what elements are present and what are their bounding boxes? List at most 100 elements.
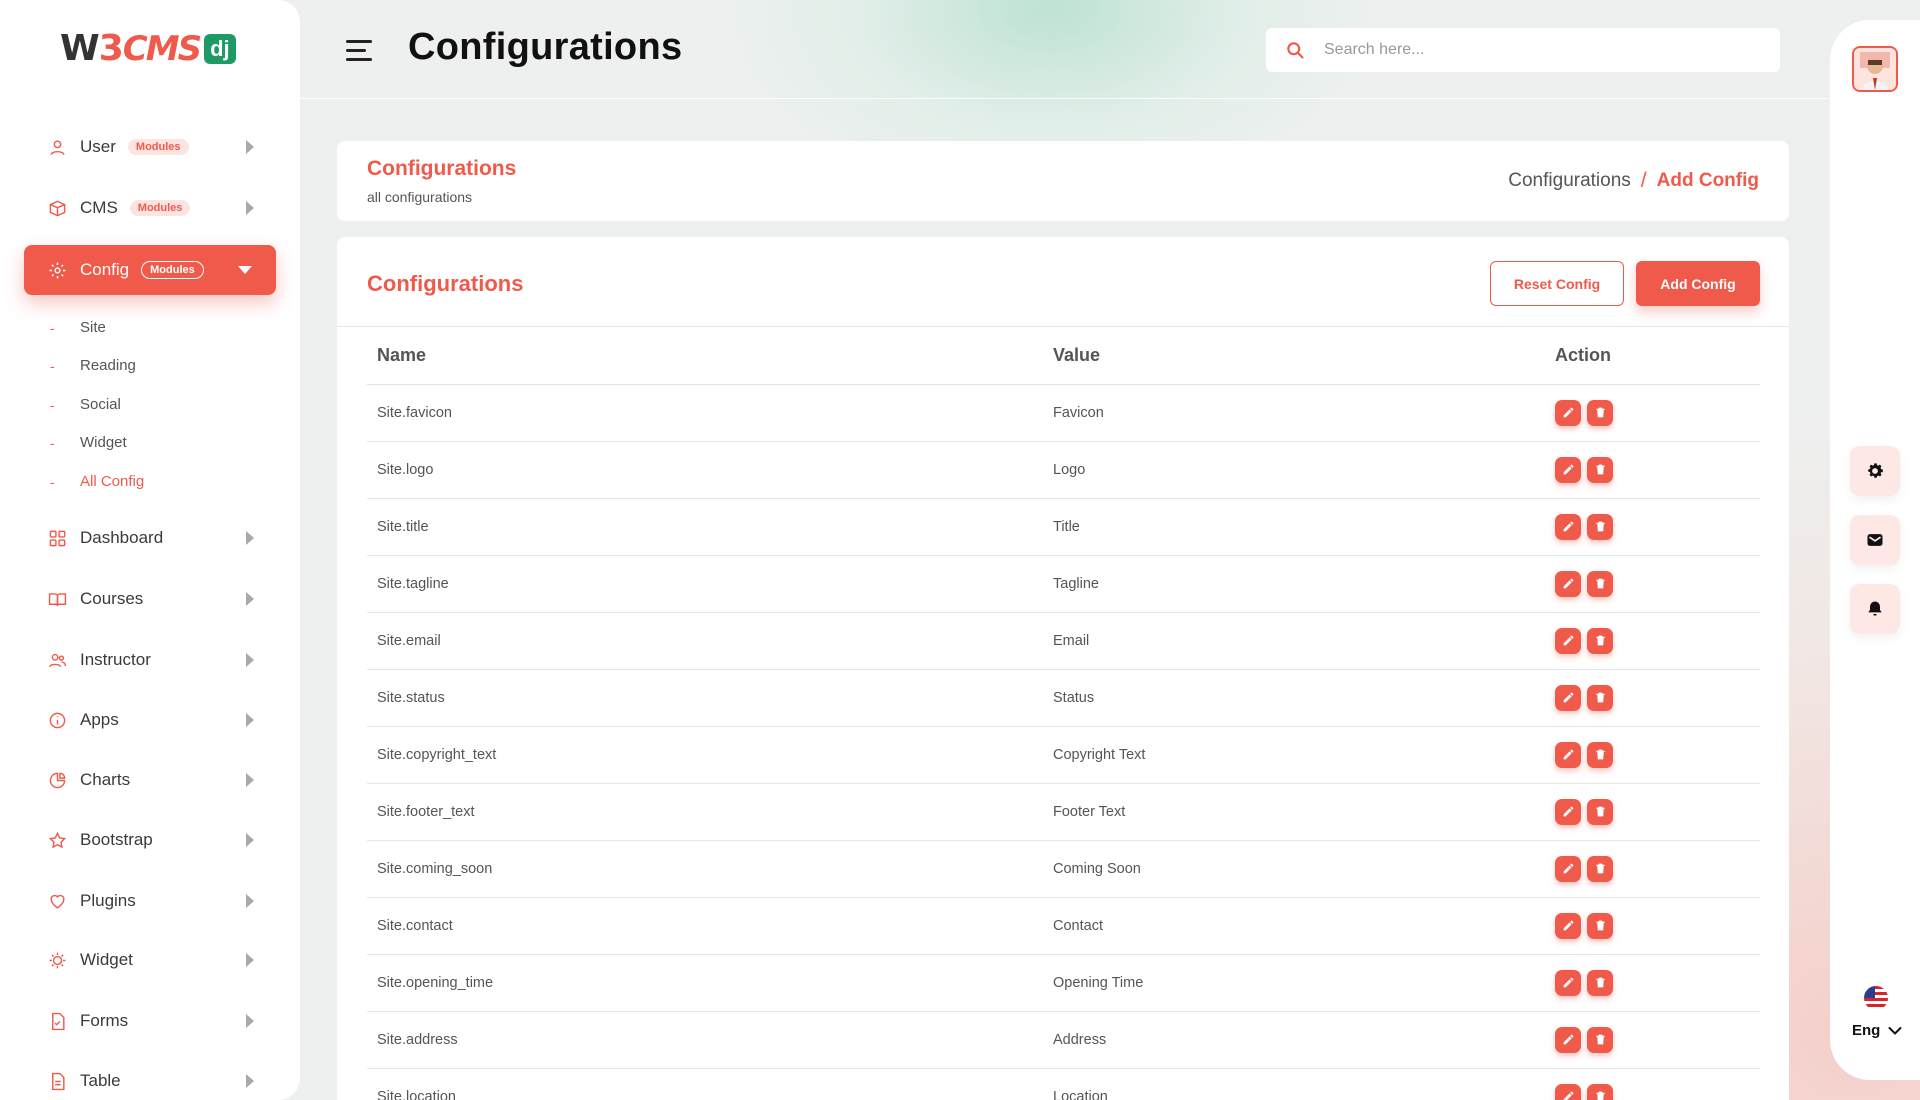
delete-button[interactable]	[1587, 570, 1613, 597]
subitem-label: All Config	[80, 473, 145, 490]
sidebar-item-bootstrap[interactable]: Bootstrap	[24, 817, 276, 863]
delete-button[interactable]	[1587, 741, 1613, 768]
sidebar-item-cms[interactable]: CMS Modules	[24, 185, 276, 231]
edit-button[interactable]	[1555, 798, 1581, 825]
delete-button[interactable]	[1587, 1083, 1613, 1100]
config-name-cell: Site.copyright_text	[367, 726, 1043, 784]
box-icon	[46, 197, 68, 219]
sidebar-item-label: Table	[80, 1071, 121, 1090]
caret-right-icon	[246, 592, 254, 606]
edit-button[interactable]	[1555, 912, 1581, 939]
trash-icon	[1594, 919, 1607, 932]
logo-dj: dj	[204, 33, 236, 64]
delete-button[interactable]	[1587, 1026, 1613, 1053]
pencil-icon	[1562, 577, 1575, 590]
logo-3: 3	[98, 28, 124, 69]
action-cell	[1545, 954, 1760, 1012]
brand-logo[interactable]: W 3 CMS dj	[60, 28, 236, 69]
sidebar-item-forms[interactable]: Forms	[24, 998, 276, 1044]
table-row: Site.location Location	[367, 1068, 1760, 1100]
edit-button[interactable]	[1555, 1083, 1581, 1100]
delete-button[interactable]	[1587, 969, 1613, 996]
edit-button[interactable]	[1555, 684, 1581, 711]
book-icon	[46, 588, 68, 610]
action-cell	[1545, 1011, 1760, 1069]
sidebar-item-courses[interactable]: Courses	[24, 576, 276, 622]
chevron-down-icon	[1888, 1026, 1902, 1035]
sidebar-item-config[interactable]: Config Modules	[24, 245, 276, 295]
search-bar[interactable]	[1266, 28, 1780, 72]
edit-button[interactable]	[1555, 855, 1581, 882]
delete-button[interactable]	[1587, 456, 1613, 483]
column-header-name[interactable]: Name	[367, 327, 1043, 385]
config-subitem-all-config[interactable]: - All Config	[50, 473, 144, 490]
delete-button[interactable]	[1587, 627, 1613, 654]
sidebar-item-table[interactable]: Table	[24, 1058, 276, 1100]
config-subitem-widget[interactable]: - Widget	[50, 434, 127, 451]
sidebar-item-apps[interactable]: Apps	[24, 697, 276, 743]
language-selector[interactable]: Eng	[1852, 1022, 1902, 1039]
sidebar-item-instructor[interactable]: Instructor	[24, 637, 276, 683]
search-input[interactable]	[1324, 41, 1744, 59]
add-config-button[interactable]: Add Config	[1636, 261, 1760, 306]
config-value-cell: Status	[1043, 669, 1545, 727]
config-table-card: Configurations Reset Config Add Config N…	[337, 237, 1789, 1100]
config-name-cell: Site.status	[367, 669, 1043, 727]
config-subitem-site[interactable]: - Site	[50, 319, 106, 336]
config-subitem-social[interactable]: - Social	[50, 396, 121, 413]
config-value-cell: Opening Time	[1043, 954, 1545, 1012]
mail-button[interactable]	[1850, 515, 1900, 565]
edit-button[interactable]	[1555, 513, 1581, 540]
trash-icon	[1594, 691, 1607, 704]
trash-icon	[1594, 463, 1607, 476]
delete-button[interactable]	[1587, 399, 1613, 426]
config-name-cell: Site.address	[367, 1011, 1043, 1069]
notifications-button[interactable]	[1850, 584, 1900, 634]
settings-button[interactable]	[1850, 446, 1900, 496]
delete-button[interactable]	[1587, 912, 1613, 939]
delete-button[interactable]	[1587, 684, 1613, 711]
page-title: Configurations	[408, 26, 683, 68]
delete-button[interactable]	[1587, 798, 1613, 825]
menu-toggle-button[interactable]	[346, 40, 374, 67]
delete-button[interactable]	[1587, 855, 1613, 882]
reset-config-button[interactable]: Reset Config	[1490, 261, 1624, 306]
document-icon	[46, 1070, 68, 1092]
delete-button[interactable]	[1587, 513, 1613, 540]
avatar[interactable]	[1852, 46, 1898, 92]
modules-badge: Modules	[127, 139, 189, 155]
column-header-value[interactable]: Value	[1043, 327, 1545, 385]
action-cell	[1545, 384, 1760, 442]
edit-button[interactable]	[1555, 399, 1581, 426]
section-title: Configurations	[367, 157, 517, 180]
sidebar-item-label: Widget	[80, 950, 133, 969]
edit-button[interactable]	[1555, 627, 1581, 654]
trash-icon	[1594, 577, 1607, 590]
modules-badge: Modules	[141, 261, 204, 279]
trash-icon	[1594, 805, 1607, 818]
right-rail: Eng	[1830, 20, 1920, 1080]
trash-icon	[1594, 634, 1607, 647]
star-icon	[46, 829, 68, 851]
sidebar-item-charts[interactable]: Charts	[24, 757, 276, 803]
config-subitem-reading[interactable]: - Reading	[50, 357, 136, 374]
pencil-icon	[1562, 520, 1575, 533]
edit-button[interactable]	[1555, 969, 1581, 996]
action-cell	[1545, 441, 1760, 499]
sidebar-item-widget[interactable]: Widget	[24, 937, 276, 983]
table-row: Site.opening_time Opening Time	[367, 954, 1760, 1012]
config-value-cell: Address	[1043, 1011, 1545, 1069]
action-cell	[1545, 897, 1760, 955]
sidebar-item-plugins[interactable]: Plugins	[24, 878, 276, 924]
edit-button[interactable]	[1555, 456, 1581, 483]
pencil-icon	[1562, 691, 1575, 704]
caret-right-icon	[246, 1074, 254, 1088]
sidebar-item-dashboard[interactable]: Dashboard	[24, 515, 276, 561]
edit-button[interactable]	[1555, 1026, 1581, 1053]
edit-button[interactable]	[1555, 741, 1581, 768]
breadcrumb-parent-link[interactable]: Configurations	[1508, 170, 1631, 192]
sidebar-item-user[interactable]: User Modules	[24, 124, 276, 170]
subitem-label: Social	[80, 396, 121, 413]
edit-button[interactable]	[1555, 570, 1581, 597]
table-header-row: Name Value Action	[367, 327, 1760, 385]
